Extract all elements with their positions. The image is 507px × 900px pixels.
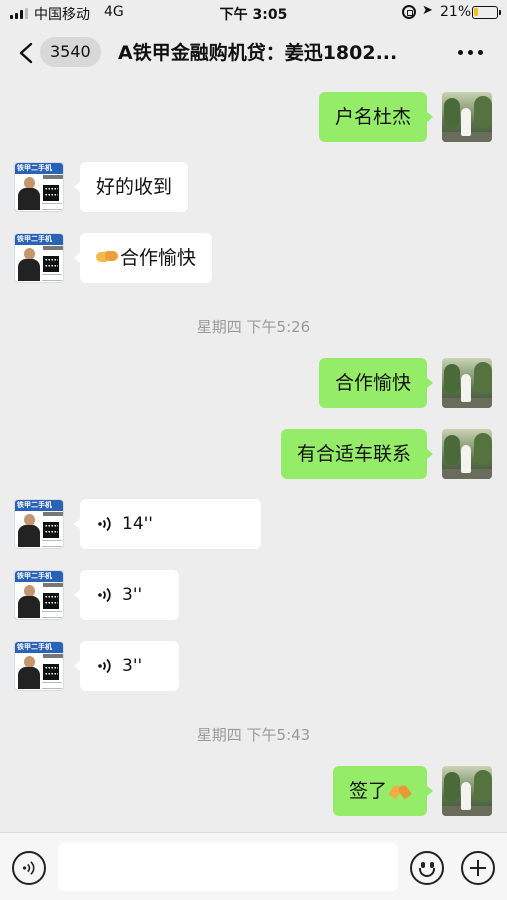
message-text: 签了	[348, 780, 387, 802]
battery-percent: 21%	[440, 4, 472, 20]
voice-message-bubble[interactable]: 14''	[74, 499, 261, 549]
voice-wave-icon	[98, 658, 111, 674]
self-avatar[interactable]	[442, 92, 492, 142]
chat-timestamp: 星期四 下午5:43	[196, 726, 311, 744]
handshake-emoji-icon	[96, 249, 118, 265]
contact-avatar[interactable]: 铁甲二手机	[14, 570, 64, 620]
voice-message-bubble[interactable]: 3''	[74, 641, 179, 691]
chat-header: 3540 A铁甲金融购机贷：姜迅1802...	[0, 26, 507, 80]
voice-duration: 14''	[122, 514, 153, 534]
plus-icon[interactable]	[461, 851, 495, 885]
voice-wave-icon	[98, 587, 111, 603]
message-input[interactable]	[58, 843, 398, 891]
voice-wave-icon	[98, 516, 111, 532]
unread-count-badge[interactable]: 3540	[40, 37, 101, 67]
voice-duration: 3''	[122, 656, 143, 676]
message-bubble-other[interactable]: 好的收到	[73, 162, 189, 212]
self-avatar[interactable]	[442, 766, 492, 816]
message-bubble-self[interactable]: 户名杜杰	[318, 92, 434, 142]
message-bubble-other[interactable]: 合作愉快	[73, 233, 213, 283]
emoji-icon[interactable]	[410, 851, 444, 885]
message-bubble-self[interactable]: 合作愉快	[318, 358, 434, 408]
self-avatar[interactable]	[442, 429, 492, 479]
battery-icon	[472, 6, 501, 19]
contact-avatar[interactable]: 铁甲二手机	[14, 499, 64, 549]
message-text: 合作愉快	[120, 247, 197, 269]
message-bubble-self[interactable]: 签了	[332, 766, 434, 816]
orientation-lock-icon	[402, 5, 416, 19]
contact-avatar[interactable]: 铁甲二手机	[14, 233, 64, 283]
contact-avatar[interactable]: 铁甲二手机	[14, 162, 64, 212]
voice-duration: 3''	[122, 585, 143, 605]
message-bubble-self[interactable]: 有合适车联系	[280, 429, 434, 479]
chat-timestamp: 星期四 下午5:26	[196, 318, 311, 336]
chat-title: A铁甲金融购机贷：姜迅1802...	[118, 42, 398, 64]
voice-mode-icon[interactable]	[12, 851, 46, 885]
back-chevron-icon[interactable]	[18, 42, 34, 64]
status-bar: 中国移动 4G 下午 3:05 ➤ 21%	[0, 0, 507, 26]
location-icon: ➤	[422, 3, 433, 18]
more-options-icon[interactable]	[458, 50, 483, 55]
pray-emoji-icon	[389, 781, 411, 799]
self-avatar[interactable]	[442, 358, 492, 408]
voice-message-bubble[interactable]: 3''	[74, 570, 179, 620]
contact-avatar[interactable]: 铁甲二手机	[14, 641, 64, 691]
input-bar	[0, 832, 507, 900]
